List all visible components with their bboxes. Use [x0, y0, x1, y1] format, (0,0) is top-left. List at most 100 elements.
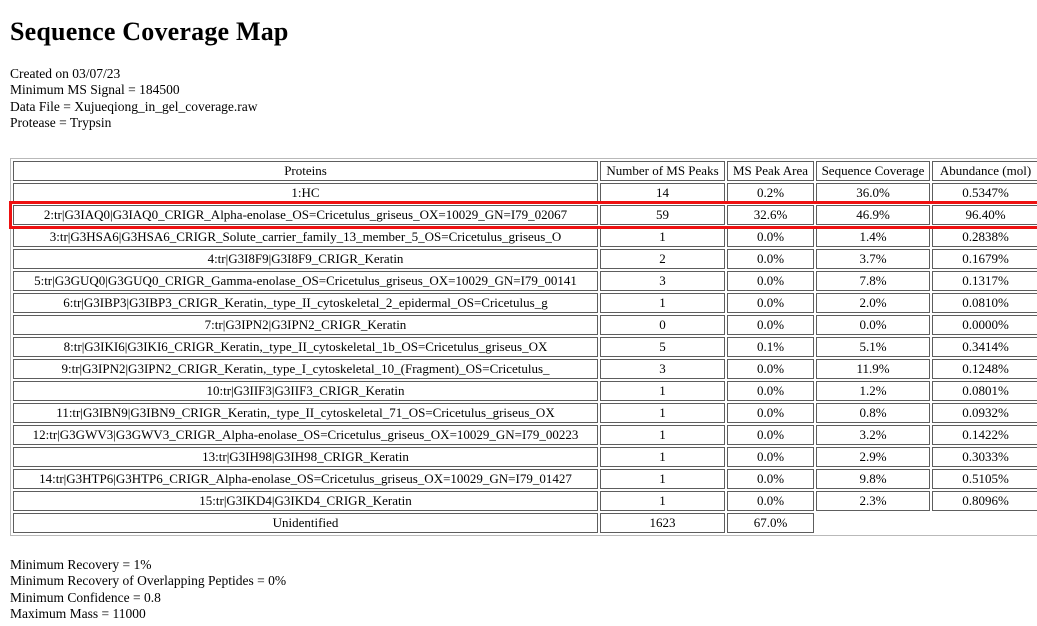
table-row: Unidentified162367.0%	[13, 513, 1037, 533]
table-row-highlighted: 2:tr|G3IAQ0|G3IAQ0_CRIGR_Alpha-enolase_O…	[13, 205, 1037, 225]
footer-min-recovery-overlapping: Minimum Recovery of Overlapping Peptides…	[10, 573, 1028, 589]
ms-peaks-cell: 1	[600, 447, 725, 467]
sequence-coverage-cell: 9.8%	[816, 469, 930, 489]
abundance-cell: 0.3414%	[932, 337, 1037, 357]
abundance-cell: 0.0932%	[932, 403, 1037, 423]
meta-protease: Protease = Trypsin	[10, 115, 1028, 131]
table-row: 6:tr|G3IBP3|G3IBP3_CRIGR_Keratin,_type_I…	[13, 293, 1037, 313]
footer-max-mass: Maximum Mass = 11000	[10, 606, 1028, 622]
table-row: 10:tr|G3IIF3|G3IIF3_CRIGR_Keratin10.0%1.…	[13, 381, 1037, 401]
report-footer-metadata: Minimum Recovery = 1% Minimum Recovery o…	[10, 557, 1028, 622]
sequence-coverage-cell: 5.1%	[816, 337, 930, 357]
abundance-cell: 0.5105%	[932, 469, 1037, 489]
sequence-coverage-cell: 0.0%	[816, 315, 930, 335]
ms-peaks-cell: 59	[600, 205, 725, 225]
ms-peaks-cell: 5	[600, 337, 725, 357]
peak-area-cell: 0.0%	[727, 491, 814, 511]
proteins-cell: 12:tr|G3GWV3|G3GWV3_CRIGR_Alpha-enolase_…	[13, 425, 598, 445]
proteins-cell: 9:tr|G3IPN2|G3IPN2_CRIGR_Keratin,_type_I…	[13, 359, 598, 379]
sequence-coverage-cell: 2.3%	[816, 491, 930, 511]
footer-min-recovery: Minimum Recovery = 1%	[10, 557, 1028, 573]
column-header-ms-peaks: Number of MS Peaks	[600, 161, 725, 181]
column-header-proteins: Proteins	[13, 161, 598, 181]
proteins-cell: 14:tr|G3HTP6|G3HTP6_CRIGR_Alpha-enolase_…	[13, 469, 598, 489]
abundance-cell: 0.8096%	[932, 491, 1037, 511]
proteins-cell: 1:HC	[13, 183, 598, 203]
table-row: 15:tr|G3IKD4|G3IKD4_CRIGR_Keratin10.0%2.…	[13, 491, 1037, 511]
proteins-cell: 11:tr|G3IBN9|G3IBN9_CRIGR_Keratin,_type_…	[13, 403, 598, 423]
peak-area-cell: 0.2%	[727, 183, 814, 203]
ms-peaks-cell: 1	[600, 425, 725, 445]
abundance-cell: 0.1679%	[932, 249, 1037, 269]
peak-area-cell: 0.1%	[727, 337, 814, 357]
peak-area-cell: 0.0%	[727, 315, 814, 335]
meta-min-ms-signal: Minimum MS Signal = 184500	[10, 82, 1028, 98]
proteins-cell: 2:tr|G3IAQ0|G3IAQ0_CRIGR_Alpha-enolase_O…	[13, 205, 598, 225]
sequence-coverage-cell: 46.9%	[816, 205, 930, 225]
table-row: 4:tr|G3I8F9|G3I8F9_CRIGR_Keratin20.0%3.7…	[13, 249, 1037, 269]
ms-peaks-cell: 1	[600, 491, 725, 511]
sequence-coverage-cell: 2.9%	[816, 447, 930, 467]
proteins-cell: 15:tr|G3IKD4|G3IKD4_CRIGR_Keratin	[13, 491, 598, 511]
sequence-coverage-cell: 7.8%	[816, 271, 930, 291]
proteins-cell: 13:tr|G3IH98|G3IH98_CRIGR_Keratin	[13, 447, 598, 467]
ms-peaks-cell: 3	[600, 271, 725, 291]
meta-created-on: Created on 03/07/23	[10, 66, 1028, 82]
abundance-cell: 0.2838%	[932, 227, 1037, 247]
ms-peaks-cell: 1	[600, 469, 725, 489]
table-row: 12:tr|G3GWV3|G3GWV3_CRIGR_Alpha-enolase_…	[13, 425, 1037, 445]
peak-area-cell: 0.0%	[727, 249, 814, 269]
ms-peaks-cell: 1	[600, 227, 725, 247]
sequence-coverage-cell: 2.0%	[816, 293, 930, 313]
ms-peaks-cell: 14	[600, 183, 725, 203]
abundance-cell: 0.0000%	[932, 315, 1037, 335]
table-header-row: ProteinsNumber of MS PeaksMS Peak AreaSe…	[13, 161, 1037, 181]
table-row: 1:HC140.2%36.0%0.5347%	[13, 183, 1037, 203]
sequence-coverage-cell: 3.2%	[816, 425, 930, 445]
sequence-coverage-cell: 1.4%	[816, 227, 930, 247]
footer-min-confidence: Minimum Confidence = 0.8	[10, 590, 1028, 606]
abundance-cell: 0.1422%	[932, 425, 1037, 445]
peak-area-cell: 0.0%	[727, 271, 814, 291]
peak-area-cell: 67.0%	[727, 513, 814, 533]
ms-peaks-cell: 2	[600, 249, 725, 269]
proteins-cell: 4:tr|G3I8F9|G3I8F9_CRIGR_Keratin	[13, 249, 598, 269]
abundance-cell: 0.1248%	[932, 359, 1037, 379]
column-header-sequence-coverage: Sequence Coverage	[816, 161, 930, 181]
proteins-cell: 5:tr|G3GUQ0|G3GUQ0_CRIGR_Gamma-enolase_O…	[13, 271, 598, 291]
meta-data-file: Data File = Xujueqiong_in_gel_coverage.r…	[10, 99, 1028, 115]
peak-area-cell: 0.0%	[727, 293, 814, 313]
ms-peaks-cell: 3	[600, 359, 725, 379]
column-header-abundance: Abundance (mol)	[932, 161, 1037, 181]
table-row: 8:tr|G3IKI6|G3IKI6_CRIGR_Keratin,_type_I…	[13, 337, 1037, 357]
peak-area-cell: 0.0%	[727, 381, 814, 401]
ms-peaks-cell: 1623	[600, 513, 725, 533]
ms-peaks-cell: 1	[600, 403, 725, 423]
peak-area-cell: 0.0%	[727, 447, 814, 467]
peak-area-cell: 0.0%	[727, 227, 814, 247]
proteins-cell: 7:tr|G3IPN2|G3IPN2_CRIGR_Keratin	[13, 315, 598, 335]
abundance-cell: 0.5347%	[932, 183, 1037, 203]
proteins-cell: Unidentified	[13, 513, 598, 533]
table-row: 13:tr|G3IH98|G3IH98_CRIGR_Keratin10.0%2.…	[13, 447, 1037, 467]
table-row: 7:tr|G3IPN2|G3IPN2_CRIGR_Keratin00.0%0.0…	[13, 315, 1037, 335]
report-header-metadata: Created on 03/07/23 Minimum MS Signal = …	[10, 66, 1028, 131]
table-row: 14:tr|G3HTP6|G3HTP6_CRIGR_Alpha-enolase_…	[13, 469, 1037, 489]
table-row: 5:tr|G3GUQ0|G3GUQ0_CRIGR_Gamma-enolase_O…	[13, 271, 1037, 291]
peak-area-cell: 0.0%	[727, 359, 814, 379]
table-row: 9:tr|G3IPN2|G3IPN2_CRIGR_Keratin,_type_I…	[13, 359, 1037, 379]
proteins-cell: 10:tr|G3IIF3|G3IIF3_CRIGR_Keratin	[13, 381, 598, 401]
table-row: 3:tr|G3HSA6|G3HSA6_CRIGR_Solute_carrier_…	[13, 227, 1037, 247]
peak-area-cell: 0.0%	[727, 403, 814, 423]
table-row: 11:tr|G3IBN9|G3IBN9_CRIGR_Keratin,_type_…	[13, 403, 1037, 423]
ms-peaks-cell: 1	[600, 381, 725, 401]
table-body: 1:HC140.2%36.0%0.5347%2:tr|G3IAQ0|G3IAQ0…	[13, 183, 1037, 533]
proteins-cell: 6:tr|G3IBP3|G3IBP3_CRIGR_Keratin,_type_I…	[13, 293, 598, 313]
peak-area-cell: 0.0%	[727, 469, 814, 489]
abundance-cell: 0.0801%	[932, 381, 1037, 401]
sequence-coverage-cell: 36.0%	[816, 183, 930, 203]
sequence-coverage-cell: 0.8%	[816, 403, 930, 423]
sequence-coverage-table: ProteinsNumber of MS PeaksMS Peak AreaSe…	[10, 158, 1037, 536]
abundance-cell: 0.1317%	[932, 271, 1037, 291]
ms-peaks-cell: 1	[600, 293, 725, 313]
